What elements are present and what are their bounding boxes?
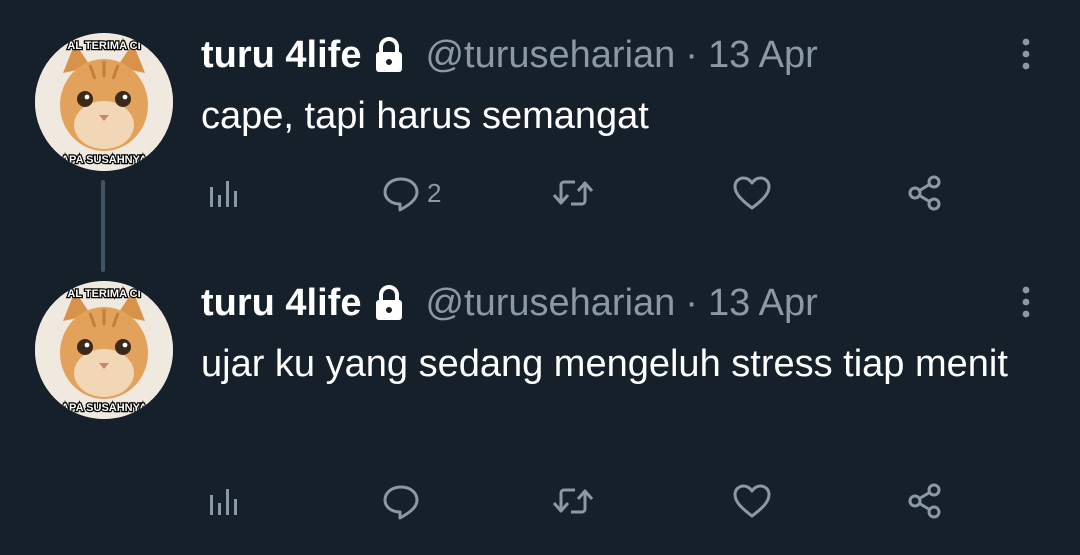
timestamp[interactable]: 13 Apr	[708, 30, 818, 80]
more-options-icon[interactable]	[1012, 34, 1040, 74]
like-button[interactable]	[731, 168, 773, 218]
lock-icon	[373, 284, 405, 322]
separator-dot: ·	[685, 34, 698, 76]
timestamp[interactable]: 13 Apr	[708, 278, 818, 328]
share-icon	[908, 483, 941, 519]
share-icon	[908, 175, 941, 211]
like-icon	[733, 484, 771, 518]
tweet-thread: AL TERIMA CI APA SUSAHNYA turu 4life @tu…	[0, 0, 1080, 555]
tweet-text: ujar ku yang sedang mengeluh stress tiap…	[201, 343, 1008, 385]
display-name[interactable]: turu 4life	[201, 278, 361, 328]
share-button[interactable]	[905, 168, 945, 218]
reply-count: 2	[427, 177, 442, 208]
reply-button[interactable]: 2	[381, 168, 441, 218]
retweet-icon	[552, 180, 594, 206]
lock-icon	[373, 36, 405, 74]
analytics-icon	[210, 489, 237, 515]
analytics-button[interactable]	[207, 476, 243, 526]
reply-icon	[383, 177, 419, 212]
cat-avatar-image: AL TERIMA CI APA SUSAHNYA	[35, 33, 173, 171]
cat-avatar-image: AL TERIMA CI APA SUSAHNYA	[35, 281, 173, 419]
more-options-icon[interactable]	[1012, 282, 1040, 322]
tweet-header: turu 4life @turuseharian · 13 Apr	[201, 278, 818, 328]
avatar[interactable]: AL TERIMA CI APA SUSAHNYA	[35, 281, 173, 419]
handle[interactable]: @turuseharian	[425, 30, 675, 80]
like-icon	[733, 176, 771, 210]
tweet[interactable]: AL TERIMA CI APA SUSAHNYA turu 4life @tu…	[0, 0, 1080, 248]
handle[interactable]: @turuseharian	[425, 278, 675, 328]
avatar-top-caption: AL TERIMA CI	[67, 288, 140, 300]
reply-icon	[383, 485, 419, 520]
like-button[interactable]	[731, 476, 773, 526]
avatar-top-caption: AL TERIMA CI	[67, 40, 140, 52]
reply-button[interactable]	[381, 476, 427, 526]
tweet-actions	[201, 476, 1001, 526]
tweet-header: turu 4life @turuseharian · 13 Apr	[201, 30, 818, 80]
avatar[interactable]: AL TERIMA CI APA SUSAHNYA	[35, 33, 173, 171]
tweet[interactable]: AL TERIMA CI APA SUSAHNYA turu 4life @tu…	[0, 248, 1080, 555]
retweet-button[interactable]	[551, 476, 595, 526]
analytics-icon	[210, 181, 237, 207]
separator-dot: ·	[685, 282, 698, 324]
retweet-icon	[552, 488, 594, 514]
retweet-button[interactable]	[551, 168, 595, 218]
analytics-button[interactable]	[207, 168, 243, 218]
share-button[interactable]	[905, 476, 945, 526]
tweet-actions: 2	[201, 168, 1001, 218]
display-name[interactable]: turu 4life	[201, 30, 361, 80]
avatar-bottom-caption: APA SUSAHNYA	[61, 402, 147, 414]
tweet-text: cape, tapi harus semangat	[201, 95, 649, 137]
avatar-bottom-caption: APA SUSAHNYA	[61, 154, 147, 166]
